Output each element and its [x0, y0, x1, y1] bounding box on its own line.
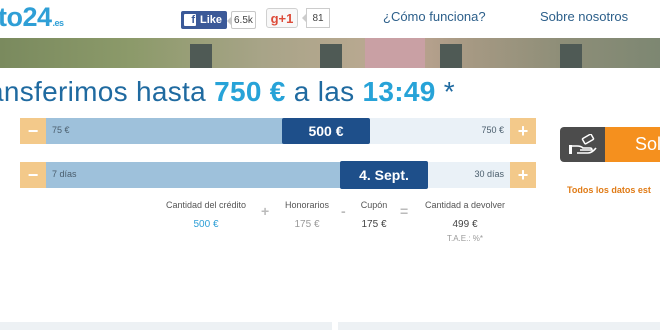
- amount-slider-handle[interactable]: 500 €: [282, 118, 370, 144]
- photo-window: [320, 44, 342, 68]
- headline-prefix: ansferimos hasta: [0, 76, 207, 107]
- facebook-like-button[interactable]: f Like: [181, 11, 228, 29]
- tae-text: T.A.E.: %*: [446, 234, 483, 243]
- banner: ansferimos hasta 750 € a las 13:49 *: [0, 68, 660, 118]
- term-max-label: 30 días: [474, 169, 504, 179]
- term-slider[interactable]: − 7 días 30 días 4. Sept. +: [20, 161, 536, 189]
- headline-mid: a las: [293, 76, 355, 107]
- headline-suffix: *: [443, 76, 455, 107]
- total-repay-value: 499 €: [452, 219, 478, 230]
- fees-value: 175 €: [294, 219, 320, 230]
- coupon-label: Cupón: [360, 200, 388, 210]
- amount-increase-button[interactable]: +: [510, 118, 536, 144]
- google-plus-count: 81: [302, 8, 330, 28]
- total-repay-label: Cantidad a devolver: [424, 200, 506, 210]
- term-increase-button[interactable]: +: [510, 162, 536, 188]
- google-plus-button[interactable]: g+1: [266, 8, 298, 28]
- amount-slider[interactable]: − 75 € 750 € 500 € +: [20, 118, 536, 144]
- equals-operator: =: [400, 203, 409, 219]
- bottom-panel-right: [338, 322, 660, 330]
- cta-note: Todos los datos est: [567, 185, 651, 195]
- page-headline: ansferimos hasta 750 € a las 13:49 *: [0, 76, 455, 108]
- hand-money-icon[interactable]: [560, 127, 605, 162]
- logo[interactable]: to24.es: [0, 2, 64, 33]
- term-slider-handle[interactable]: 4. Sept.: [340, 161, 428, 189]
- apply-button[interactable]: Sol: [605, 127, 660, 162]
- fees-label: Honorarios: [284, 200, 330, 210]
- term-decrease-button[interactable]: −: [20, 162, 46, 188]
- photo-window: [560, 44, 582, 68]
- google-plus-icon: g+1: [270, 10, 294, 26]
- facebook-icon: f: [184, 14, 196, 26]
- total-repay-summary: Cantidad a devolver 499 €: [414, 200, 516, 230]
- coupon-value: 175 €: [361, 219, 387, 230]
- plus-operator: +: [261, 203, 270, 219]
- credit-amount-label: Cantidad del crédito: [165, 200, 247, 210]
- facebook-like-count: 6.5k: [227, 11, 256, 29]
- amount-max-label: 750 €: [481, 125, 504, 135]
- amount-min-label: 75 €: [52, 125, 70, 135]
- hero-photo: [0, 38, 660, 68]
- fees-summary: Honorarios 175 €: [276, 200, 338, 230]
- logo-tld: .es: [52, 18, 65, 28]
- term-min-label: 7 días: [52, 169, 77, 179]
- credit-amount-value: 500 €: [193, 219, 219, 230]
- photo-window: [440, 44, 462, 68]
- nav-link-about-us[interactable]: Sobre nosotros: [540, 9, 628, 24]
- photo-building: [365, 38, 425, 68]
- hand-money-icon-svg: [568, 133, 597, 154]
- credit-amount-summary: Cantidad del crédito 500 €: [158, 200, 254, 230]
- bottom-panel-left: [0, 322, 332, 330]
- amount-decrease-button[interactable]: −: [20, 118, 46, 144]
- photo-window: [190, 44, 212, 68]
- facebook-like-label: Like: [200, 14, 223, 26]
- headline-time: 13:49: [362, 76, 436, 107]
- nav-link-how-it-works[interactable]: ¿Cómo funciona?: [383, 9, 486, 24]
- headline-amount: 750 €: [214, 76, 286, 107]
- header: to24.es f Like 6.5k g+1 81 ¿Cómo funcion…: [0, 0, 660, 38]
- coupon-summary: Cupón 175 €: [352, 200, 396, 230]
- logo-text: to24: [0, 2, 52, 32]
- minus-operator: -: [341, 203, 346, 219]
